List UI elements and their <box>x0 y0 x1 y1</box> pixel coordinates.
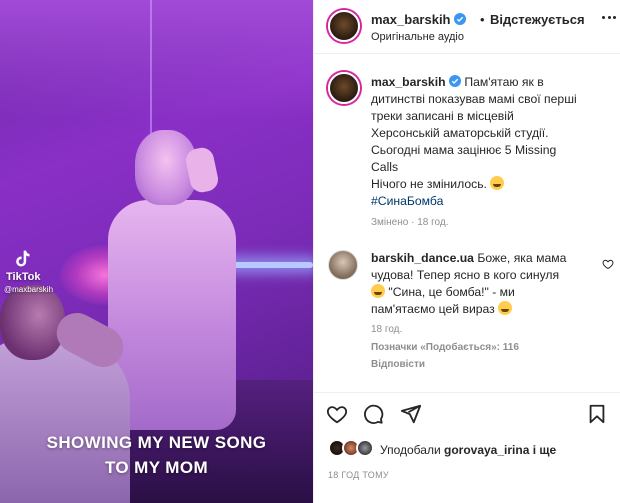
commenter-avatar[interactable] <box>328 250 358 280</box>
author-username-text[interactable]: max_barskih <box>371 12 451 27</box>
comment-line: "Сина, це бомба!" - ми <box>388 285 515 299</box>
comment-line: Боже, яка мама <box>477 251 567 265</box>
verified-badge-icon <box>448 75 461 87</box>
caption-line: Сьогодні мама зацінює 5 Missing <box>371 143 557 157</box>
caption-text: max_barskih Пам'ятаю як в дитинстві пока… <box>371 74 611 210</box>
caption-line: Нічого не змінилось. <box>371 177 487 191</box>
hashtag-link[interactable]: #СинаБомба <box>371 194 443 208</box>
caption-line: Calls <box>371 160 399 174</box>
tiktok-username: @maxbarskih <box>4 285 54 294</box>
following-button[interactable]: Відстежується <box>490 12 585 27</box>
hugging-emoji-icon <box>371 284 385 298</box>
tiktok-watermark: TikTok @maxbarskih <box>4 248 53 294</box>
likes-text: Уподобали gorovaya_irina і ще <box>380 443 556 457</box>
video-figure <box>0 285 65 360</box>
video-caption-line-1: SHOWING MY NEW SONG <box>46 433 267 452</box>
tiktok-brand: TikTok <box>6 271 41 283</box>
caption-author-username[interactable]: max_barskih <box>371 75 446 89</box>
post-header: max_barskih • Відстежується Оригінальне … <box>314 0 620 54</box>
likes-more-link[interactable]: і ще <box>533 443 556 457</box>
comment-like-heart-icon[interactable] <box>602 258 614 270</box>
liker-avatar[interactable] <box>356 439 374 457</box>
post-video[interactable]: TikTok @maxbarskih SHOWING MY NEW SONG T… <box>0 0 313 503</box>
reply-button[interactable]: Відповісти <box>371 359 425 370</box>
post-side-panel: max_barskih • Відстежується Оригінальне … <box>313 0 620 503</box>
video-backdrop <box>0 0 313 120</box>
caption-line: Пам'ятаю як в <box>464 75 544 89</box>
likes-prefix: Уподобали <box>380 443 441 457</box>
author-avatar[interactable] <box>328 10 360 42</box>
grinning-emoji-icon <box>490 176 505 190</box>
original-audio-link[interactable]: Оригінальне аудіо <box>371 31 464 43</box>
share-icon[interactable] <box>400 403 422 425</box>
header-separator: • <box>480 12 485 27</box>
likes-summary: Уподобали gorovaya_irina і ще <box>314 436 620 462</box>
verified-badge-icon <box>454 13 467 25</box>
comment-line: пам'ятаємо цей вираз <box>371 302 495 316</box>
caption-line: треки записані в місцевій <box>371 109 514 123</box>
post-actions-bar <box>314 392 620 432</box>
commenter-username[interactable]: barskih_dance.ua <box>371 251 474 265</box>
comment-likes-count[interactable]: Позначки «Подобається»: 116 <box>371 342 519 353</box>
video-caption-line-2: TO MY MOM <box>104 458 209 477</box>
comment-time: 18 год. <box>371 324 403 335</box>
comment-text: barskih_dance.ua Боже, яка мама чудова! … <box>371 250 593 318</box>
heart-icon[interactable] <box>326 403 348 425</box>
more-horizontal-icon[interactable] <box>602 16 616 20</box>
comment-icon[interactable] <box>362 403 384 425</box>
post-timestamp: 18 ГОД ТОМУ <box>328 470 389 480</box>
caption-line: дитинстві показував мамі свої перші <box>371 92 577 106</box>
caption-author-avatar[interactable] <box>328 72 360 104</box>
author-username[interactable]: max_barskih <box>371 12 467 27</box>
caption-line: Херсонській аматорській студії. <box>371 126 549 140</box>
liker-username[interactable]: gorovaya_irina <box>444 443 529 457</box>
bookmark-icon[interactable] <box>586 403 608 425</box>
tiktok-logo-icon <box>12 248 38 270</box>
comment-line: чудова! Тепер ясно в кого синуля <box>371 268 560 282</box>
instagram-post: TikTok @maxbarskih SHOWING MY NEW SONG T… <box>0 0 620 503</box>
laughing-emoji-icon <box>498 301 513 315</box>
caption-meta: Змінено · 18 год. <box>371 217 449 228</box>
